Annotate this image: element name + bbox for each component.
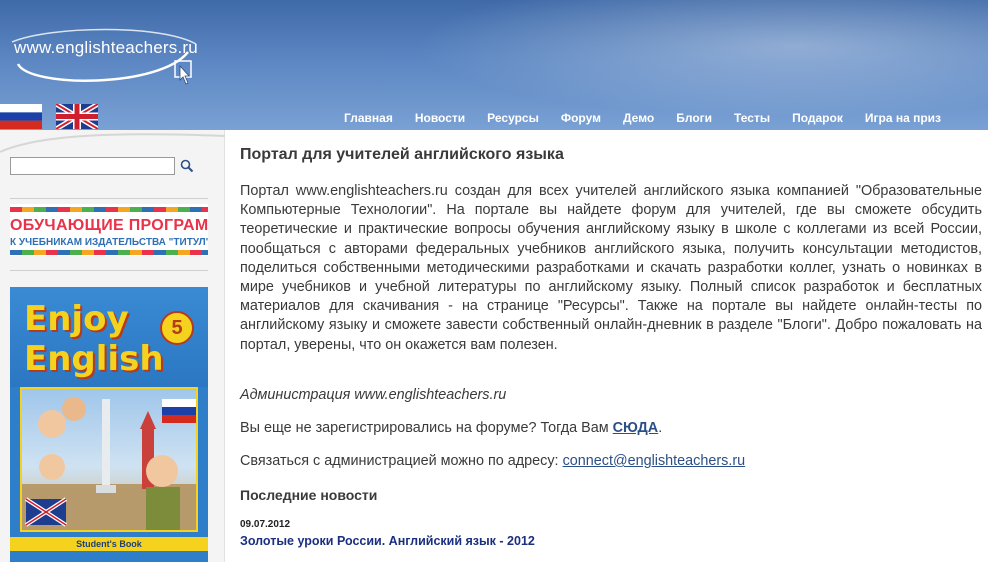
banner-stripe-top — [10, 207, 208, 212]
nav-item-resources[interactable]: Ресурсы — [476, 105, 550, 130]
main-navigation: Главная Новости Ресурсы Форум Демо Блоги… — [0, 105, 988, 130]
contact-email-link[interactable]: connect@englishteachers.ru — [563, 453, 746, 469]
sidebar-curve-decor — [0, 133, 225, 153]
search-icon[interactable] — [179, 157, 195, 175]
intro-paragraph: Портал www.englishteachers.ru создан для… — [240, 183, 982, 353]
nav-item-forum[interactable]: Форум — [550, 105, 612, 130]
book-grade-badge: 5 — [160, 311, 194, 345]
nav-item-gift[interactable]: Подарок — [781, 105, 854, 130]
latest-news-heading: Последние новости — [240, 487, 378, 503]
book-type-label: Student's Book — [10, 537, 208, 551]
nav-item-blogs[interactable]: Блоги — [665, 105, 723, 130]
nav-item-demo[interactable]: Демо — [612, 105, 665, 130]
contact-line: Связаться с администрацией можно по адре… — [240, 453, 745, 469]
banner-title: ОБУЧАЮЩИЕ ПРОГРАММЫ — [10, 217, 208, 234]
admin-signature: Администрация www.englishteachers.ru — [240, 387, 507, 403]
banner-subtitle: К УЧЕБНИКАМ ИЗДАТЕЛЬСТВА "ТИТУЛ" — [10, 237, 208, 248]
register-text: Вы еще не зарегистрировались на форуме? … — [240, 420, 613, 436]
logo-text: www.englishteachers.ru — [14, 38, 198, 57]
search-input[interactable] — [10, 157, 175, 175]
register-link[interactable]: СЮДА — [613, 420, 659, 436]
contact-text: Связаться с администрацией можно по адре… — [240, 453, 563, 469]
news-date: 09.07.2012 — [240, 519, 291, 530]
site-logo[interactable]: www.englishteachers.ru — [10, 22, 200, 92]
nav-item-prize-game[interactable]: Игра на приз — [854, 105, 952, 130]
cursor-icon — [174, 60, 192, 85]
news-item-link[interactable]: Золотые уроки России. Английский язык - … — [240, 534, 535, 548]
sidebar-divider — [10, 270, 208, 271]
book-title-line1: Enjoy — [24, 299, 129, 339]
book-title-line2: English — [24, 339, 164, 379]
enjoy-english-book-banner[interactable]: Enjoy English 5 Student's Book — [10, 287, 208, 562]
nav-item-home[interactable]: Главная — [333, 105, 404, 130]
sidebar-divider — [10, 198, 208, 199]
left-sidebar: ОБУЧАЮЩИЕ ПРОГРАММЫ К УЧЕБНИКАМ ИЗДАТЕЛЬ… — [0, 130, 225, 562]
london-scene-icon — [22, 397, 196, 530]
nav-menu: Главная Новости Ресурсы Форум Демо Блоги… — [333, 105, 952, 130]
banner-stripe-bottom — [10, 250, 208, 255]
nav-item-tests[interactable]: Тесты — [723, 105, 781, 130]
site-header: www.englishteachers.ru Главная Новости Р… — [0, 0, 988, 130]
programs-banner[interactable]: ОБУЧАЮЩИЕ ПРОГРАММЫ К УЧЕБНИКАМ ИЗДАТЕЛЬ… — [10, 204, 208, 256]
page-title: Портал для учителей английского языка — [240, 146, 564, 163]
register-end: . — [658, 420, 663, 436]
nav-item-news[interactable]: Новости — [404, 105, 476, 130]
book-cover-illustration — [20, 387, 198, 532]
register-prompt: Вы еще не зарегистрировались на форуме? … — [240, 420, 662, 436]
